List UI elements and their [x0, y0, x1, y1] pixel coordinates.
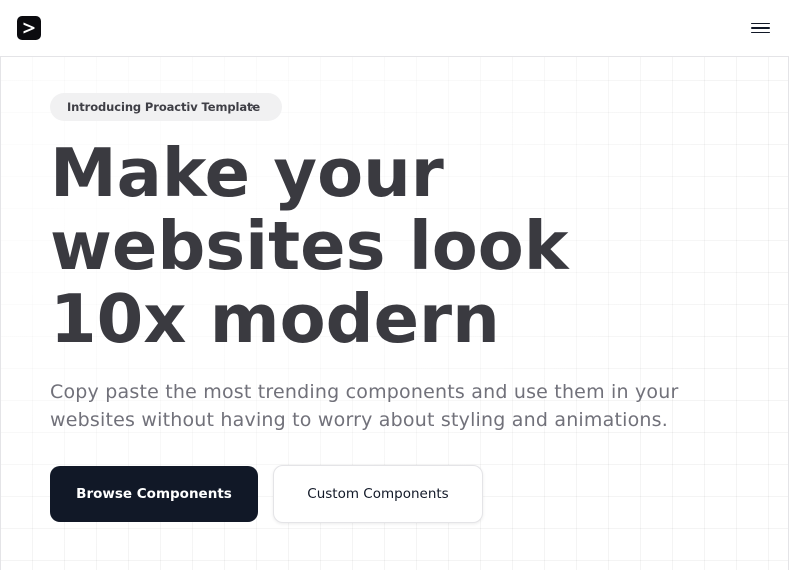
headline-line: 10x modern: [50, 280, 500, 358]
page: Introducing Proactiv Template › Make you…: [0, 0, 789, 570]
hero-subtitle: Copy paste the most trending components …: [50, 378, 730, 434]
hamburger-menu-icon: [750, 31, 770, 34]
subtitle-line: websites without having to worry about s…: [50, 409, 668, 431]
navbar: [0, 0, 789, 57]
hamburger-menu-icon: [750, 27, 770, 29]
headline-line: Make your: [50, 134, 444, 212]
hamburger-menu-icon: [750, 22, 770, 25]
announcement-pill[interactable]: Introducing Proactiv Template ›: [50, 93, 282, 121]
announcement-label: Introducing Proactiv Template: [67, 100, 261, 114]
headline-line: websites look: [50, 207, 569, 285]
browse-components-button[interactable]: Browse Components: [50, 466, 258, 522]
hero-section: Introducing Proactiv Template › Make you…: [0, 57, 789, 570]
custom-components-button[interactable]: Custom Components: [273, 465, 483, 523]
menu-button[interactable]: [748, 17, 772, 39]
play-chevron-logo-icon: [23, 22, 35, 34]
hero-headline: Make your websites look 10x modern: [50, 137, 670, 356]
chevron-right-icon: ›: [250, 99, 255, 113]
logo[interactable]: [17, 16, 41, 40]
subtitle-line: Copy paste the most trending components …: [50, 381, 679, 403]
